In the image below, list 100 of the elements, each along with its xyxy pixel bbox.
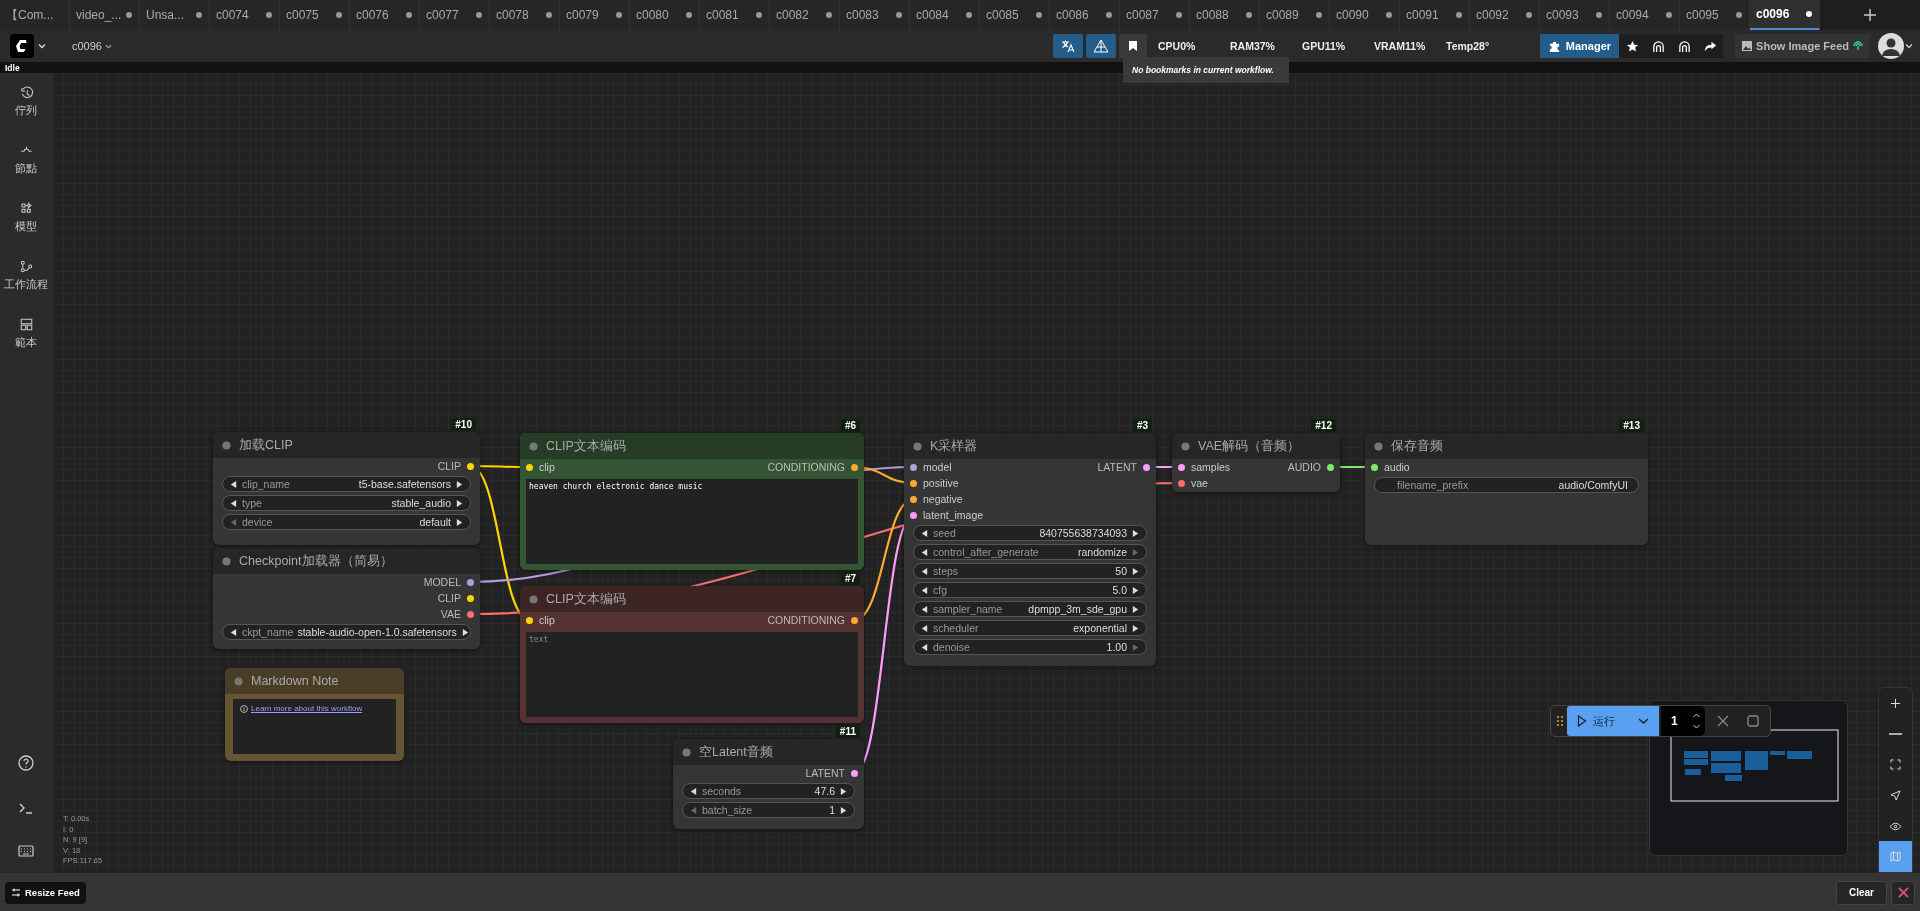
slot-dot[interactable] xyxy=(910,463,917,471)
arrow-right-icon[interactable] xyxy=(1131,528,1140,538)
arrow-left-icon[interactable] xyxy=(920,623,929,633)
workflow-tab[interactable]: c0078 xyxy=(490,0,560,30)
workflow-tab[interactable]: c0081 xyxy=(700,0,770,30)
sidebar-item[interactable]: 工作流程 xyxy=(4,259,48,317)
workflow-menu[interactable]: c0096 xyxy=(72,40,112,52)
arrow-left-icon[interactable] xyxy=(920,642,929,652)
node-dot-icon[interactable] xyxy=(529,594,538,604)
node-widget[interactable]: seed 840755638734093 xyxy=(913,525,1147,541)
sidebar-item[interactable]: 模型 xyxy=(15,201,37,259)
workflow-link[interactable]: Learn more about this workflow xyxy=(251,704,363,713)
node-widget[interactable]: cfg 5.0 xyxy=(913,582,1147,598)
arrow-right-icon[interactable] xyxy=(455,517,464,527)
triangle-tool-button[interactable] xyxy=(1086,34,1116,58)
arrow-right-icon[interactable] xyxy=(1131,585,1140,595)
workflow-tab[interactable]: c0095 xyxy=(1680,0,1750,30)
workflow-tab[interactable]: c0086 xyxy=(1050,0,1120,30)
prompt-field[interactable]: heaven church electronic dance music xyxy=(526,479,858,564)
arrow-left-icon[interactable] xyxy=(920,604,929,614)
sidebar-item[interactable]: 範本 xyxy=(15,317,37,375)
workflow-tab[interactable]: c0079 xyxy=(560,0,630,30)
node-widget[interactable]: type stable_audio xyxy=(222,495,471,511)
arrow-right-icon[interactable] xyxy=(1131,604,1140,614)
node-dot-icon[interactable] xyxy=(682,747,691,757)
graph-node[interactable]: Checkpoint加载器（简易） MODEL CLIP VAE ckpt_name stable-audio-open-1.0.safetensors xyxy=(213,548,480,649)
workflow-tab[interactable]: c0094 xyxy=(1610,0,1680,30)
workflow-tab[interactable]: c0076 xyxy=(350,0,420,30)
workflow-tab[interactable]: c0077 xyxy=(420,0,490,30)
workflow-tab[interactable]: c0087 xyxy=(1120,0,1190,30)
node-widget[interactable]: seconds 47.6 xyxy=(682,783,855,799)
slot-dot[interactable] xyxy=(1371,463,1378,471)
workflow-tab[interactable]: c0074 xyxy=(210,0,280,30)
slot-dot[interactable] xyxy=(1327,463,1334,471)
bookmark-button[interactable] xyxy=(1119,34,1147,58)
workflow-tab[interactable]: c0091 xyxy=(1400,0,1470,30)
workflow-tab[interactable]: c0088 xyxy=(1190,0,1260,30)
slot-dot[interactable] xyxy=(1178,463,1185,471)
node-dot-icon[interactable] xyxy=(529,441,538,451)
slot-dot[interactable] xyxy=(910,511,917,519)
node-dot-icon[interactable] xyxy=(222,440,231,450)
prompt-field[interactable]: text xyxy=(526,632,858,717)
node-widget[interactable]: scheduler exponential xyxy=(913,620,1147,636)
workflow-tab[interactable]: c0092 xyxy=(1470,0,1540,30)
workflow-tab[interactable]: c0084 xyxy=(910,0,980,30)
arrow-left-icon[interactable] xyxy=(920,585,929,595)
arrow-left-icon[interactable] xyxy=(920,566,929,576)
arrow-right-icon[interactable] xyxy=(460,627,470,637)
node-widget[interactable]: denoise 1.00 xyxy=(913,639,1147,655)
slot-dot[interactable] xyxy=(526,616,533,624)
help-icon[interactable] xyxy=(18,755,34,771)
add-tab-icon[interactable] xyxy=(1863,8,1877,22)
share-button[interactable] xyxy=(1697,34,1724,58)
translate-button[interactable] xyxy=(1053,34,1083,58)
workflow-tab[interactable]: c0093 xyxy=(1540,0,1610,30)
slot-dot[interactable] xyxy=(851,463,858,471)
resize-feed-button[interactable]: Resize Feed xyxy=(5,881,86,904)
image-feed-button[interactable]: Show Image Feed xyxy=(1735,34,1870,58)
node-widget[interactable]: steps 50 xyxy=(913,563,1147,579)
workflow-tab[interactable]: c0090 xyxy=(1330,0,1400,30)
node-widget[interactable]: sampler_name dpmpp_3m_sde_gpu xyxy=(913,601,1147,617)
workflow-tab[interactable]: Unsa... xyxy=(140,0,210,30)
node-dot-icon[interactable] xyxy=(913,441,922,451)
slot-dot[interactable] xyxy=(467,594,474,602)
node-dot-icon[interactable] xyxy=(222,556,231,566)
arrow-left-icon[interactable] xyxy=(689,786,698,796)
app-logo[interactable] xyxy=(10,34,34,58)
arrow-left-icon[interactable] xyxy=(229,479,238,489)
arrow-left-icon[interactable] xyxy=(229,498,238,508)
arrow-right-icon[interactable] xyxy=(839,805,848,815)
sidebar-item[interactable]: 佇列 xyxy=(15,85,37,143)
star-button[interactable] xyxy=(1619,34,1646,58)
note-node[interactable]: Markdown Note Learn more about this workflow xyxy=(225,668,404,761)
node-dot-icon[interactable] xyxy=(1181,441,1190,451)
manager-button[interactable]: Manager xyxy=(1539,34,1620,58)
slot-dot[interactable] xyxy=(851,616,858,624)
workflow-tab[interactable]: video_... xyxy=(70,0,140,30)
arrow-left-icon[interactable] xyxy=(229,627,238,637)
workflow-tab[interactable]: c0075 xyxy=(280,0,350,30)
workflow-tab[interactable]: c0083 xyxy=(840,0,910,30)
node-widget[interactable]: ckpt_name stable-audio-open-1.0.safetensors xyxy=(222,624,471,640)
close-button[interactable] xyxy=(1891,880,1915,905)
clear-button[interactable]: Clear xyxy=(1836,880,1887,905)
terminal-icon[interactable] xyxy=(18,801,34,815)
arrow-left-icon[interactable] xyxy=(920,528,929,538)
node-widget[interactable]: batch_size 1 xyxy=(682,802,855,818)
arrow-right-icon[interactable] xyxy=(839,786,848,796)
user-menu[interactable] xyxy=(1878,33,1914,59)
workflow-tab[interactable]: c0085 xyxy=(980,0,1050,30)
arrow-right-icon[interactable] xyxy=(1131,566,1140,576)
workflow-tab[interactable]: c0082 xyxy=(770,0,840,30)
keyboard-icon[interactable] xyxy=(18,845,34,857)
node-widget[interactable]: control_after_generate randomize xyxy=(913,544,1147,560)
slot-dot[interactable] xyxy=(526,463,533,471)
slot-dot[interactable] xyxy=(467,462,474,470)
workflow-tab[interactable]: c0096 xyxy=(1750,0,1820,30)
slot-dot[interactable] xyxy=(851,769,858,777)
slot-dot[interactable] xyxy=(1143,463,1150,471)
workflow-tab[interactable]: 【Com... xyxy=(0,0,70,30)
node-dot-icon[interactable] xyxy=(234,676,243,686)
